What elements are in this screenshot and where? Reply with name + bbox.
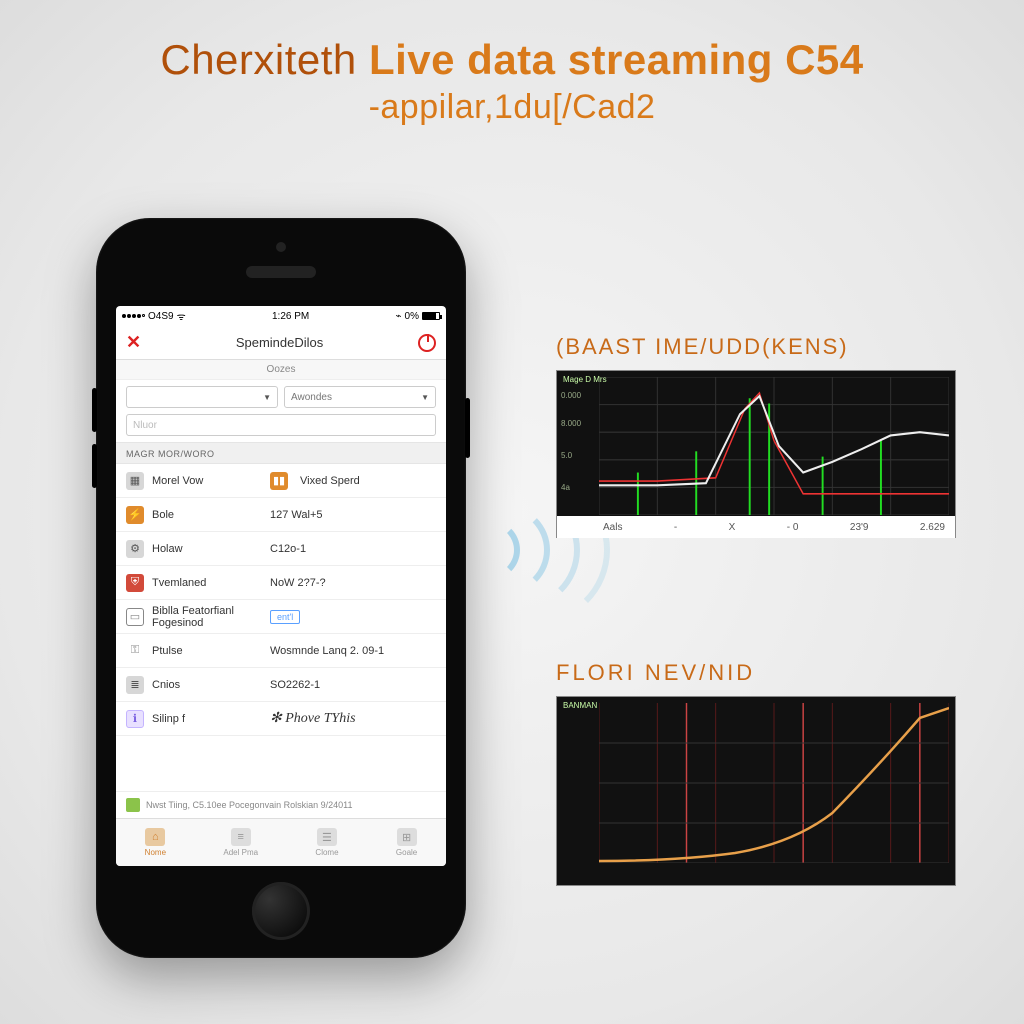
row-label: Morel Vow [152,475,262,487]
volume-up-button[interactable] [92,388,97,432]
select-2[interactable]: Awondes ▼ [284,386,436,408]
list-icon: ≡ [231,828,251,846]
data-rows: ▦ Morel Vow ▮▮ Vixed Sperd ⚡ Bole 127 Wal+5 ⚙ Ho… [116,464,446,791]
chart-2: FLORI NEV/NID BANMAN [556,660,956,886]
row-label: Bole [152,509,262,521]
chart-2-title: FLORI NEV/NID [556,660,956,686]
list-item[interactable]: ⚙ Holaw C12o-1 [116,532,446,566]
chart-1-svg [599,377,949,515]
power-button[interactable] [465,398,470,458]
shield-icon: ⛨ [126,574,144,592]
home-icon: ⌂ [145,828,165,846]
list-item[interactable]: ▦ Morel Vow ▮▮ Vixed Sperd [116,464,446,498]
placeholder: Nluor [133,420,157,431]
row-label: Silinp f [152,713,262,725]
tab-clome[interactable]: ☰ Clome [315,828,338,857]
note-icon [126,798,140,812]
sub-header: Oozes [116,360,446,380]
phone-device: O4S9 ᯤ 1:26 PM ⌁ 0% ✕ SpemindeDilos Ooze… [96,218,466,958]
chart-1-xaxis: Aals - X - 0 23'9 2.629 [557,516,955,538]
file-icon: ≣ [126,676,144,694]
grid-icon: ⊞ [397,828,417,846]
row-value: Wosmnde Lanq 2. 09-1 [270,645,384,657]
gear-icon: ⚙ [126,540,144,558]
chart-2-svg [599,703,949,863]
tab-label: Goale [396,848,417,857]
list-item[interactable]: ℹ Silinp f ✻ Phove TYhis [116,702,446,736]
row-value: 127 Wal+5 [270,509,323,521]
chart-1-corner: Mage D Mrs [563,375,607,384]
screen-title: SpemindeDilos [236,335,323,350]
bluetooth-icon: ⌁ [396,311,402,322]
row-value: ✻ Phove TYhis [270,710,356,727]
home-button[interactable] [252,882,310,940]
box-icon: ▭ [126,608,144,626]
footer-note: Nwst Tiing, C5.10ee Pocegonvain Rolskian… [116,791,446,818]
battery-icon [422,312,440,320]
battery-percent: 0% [405,311,419,322]
row-label: Ptulse [152,645,262,657]
row-chip[interactable]: ent'l [270,610,300,624]
list-item[interactable]: ⚿ Ptulse Wosmnde Lanq 2. 09-1 [116,634,446,668]
wifi-icon: ᯤ [177,309,186,323]
clock: 1:26 PM [272,311,309,322]
headline-sub: -appilar,1du[/Cad2 [0,88,1024,127]
chevron-down-icon: ▼ [421,393,429,402]
chevron-down-icon: ▼ [263,393,271,402]
chart-2-box: BANMAN [556,696,956,886]
volume-down-button[interactable] [92,444,97,488]
bolt-icon: ⚡ [126,506,144,524]
info-icon: ℹ [126,710,144,728]
key-icon: ⚿ [126,642,144,660]
bar-icon: ▮▮ [270,472,288,490]
row-value: SO2262-1 [270,679,320,691]
section-header: MAGR MOR/WORO [116,442,446,464]
row-value: Vixed Sperd [300,475,360,487]
row-value: C12o-1 [270,543,306,555]
tab-label: Clome [315,848,338,857]
headline: Cherxiteth Live data streaming C54 -appi… [0,36,1024,127]
tab-nome[interactable]: ⌂ Nome [145,828,166,857]
tab-adel pma[interactable]: ≡ Adel Pma [223,828,258,857]
nav-bar: ✕ SpemindeDilos [116,326,446,360]
row-label: Holaw [152,543,262,555]
row-label: Biblla Featorfianl Fogesinod [152,605,262,629]
grid-icon: ▦ [126,472,144,490]
list-item[interactable]: ≣ Cnios SO2262-1 [116,668,446,702]
close-icon[interactable]: ✕ [126,332,141,353]
list-item[interactable]: ⚡ Bole 127 Wal+5 [116,498,446,532]
tab-goale[interactable]: ⊞ Goale [396,828,417,857]
row-label: Tvemlaned [152,577,262,589]
user-icon: ☰ [317,828,337,846]
carrier-label: O4S9 [148,311,174,322]
tab-label: Nome [145,848,166,857]
headline-main: Live data streaming C54 [369,36,864,83]
chart-1: (BAAST IME/UDD(KENS) Mage D Mrs 0.000 8.… [556,334,956,538]
chart-2-corner: BANMAN [563,701,597,710]
list-item[interactable]: ⛨ Tvemlaned NoW 2?7-? [116,566,446,600]
phone-screen: O4S9 ᯤ 1:26 PM ⌁ 0% ✕ SpemindeDilos Ooze… [116,306,446,866]
row-label: Cnios [152,679,262,691]
tab-bar: ⌂ Nome ≡ Adel Pma ☰ Clome ⊞ Goale [116,818,446,866]
chart-1-box: Mage D Mrs 0.000 8.000 5.0 4a A [556,370,956,538]
select-1[interactable]: ▼ [126,386,278,408]
signal-dots-icon [122,314,145,318]
list-item[interactable]: ▭ Biblla Featorfianl Fogesinod ent'l [116,600,446,634]
search-input[interactable]: Nluor [126,414,436,436]
status-bar: O4S9 ᯤ 1:26 PM ⌁ 0% [116,306,446,326]
power-icon[interactable] [418,334,436,352]
row-value: NoW 2?7-? [270,577,326,589]
tab-label: Adel Pma [223,848,258,857]
headline-brand: Cherxiteth [160,36,356,83]
chart-1-title: (BAAST IME/UDD(KENS) [556,334,956,360]
